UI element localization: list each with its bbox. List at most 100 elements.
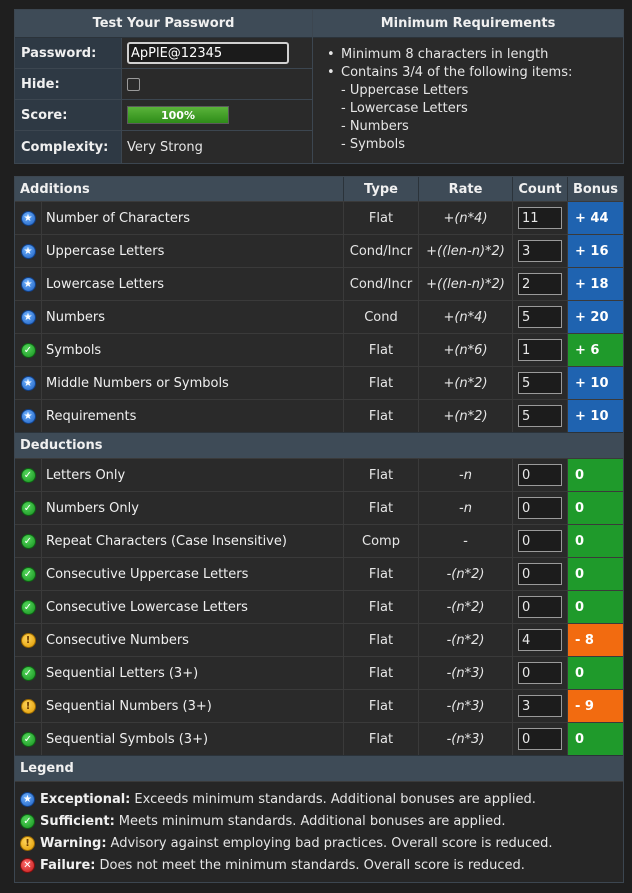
sufficient-icon: ✓ [20,467,36,483]
table-row: ★ Uppercase Letters Cond/Incr +((len-n)*2) 3… [15,234,623,267]
count-field: 1 [518,339,562,361]
row-rate: +(n*2) [419,400,513,432]
legend-term: Warning: [40,835,107,851]
table-row: ✓ Consecutive Lowercase Letters Flat -(n*2)… [15,590,623,623]
warning-icon: ! [20,632,36,648]
additions-header: Additions [15,177,344,201]
row-rate: -n [419,459,513,491]
row-type: Flat [344,400,419,432]
requirement-subitem: - Lowercase Letters [341,101,468,116]
table-row: ★ Number of Characters Flat +(n*4) 11 + 44 [15,201,623,234]
row-name: Sequential Symbols (3+) [42,723,344,755]
requirements-panel: Minimum Requirements Minimum 8 character… [313,10,623,163]
complexity-label: Complexity: [15,131,122,163]
row-rate: -(n*3) [419,657,513,689]
row-type: Cond/Incr [344,268,419,300]
row-rate: -(n*2) [419,624,513,656]
test-password-panel: Test Your Password Password: Hide: Score… [15,10,313,163]
failure-icon: ✕ [20,857,35,873]
score-text: 100% [161,108,195,122]
legend-item: ! Warning: Advisory against employing bad … [20,832,623,854]
row-type: Flat [344,690,419,722]
legend-term: Sufficient: [40,813,115,829]
score-row: Score: 100% [15,100,312,131]
row-name: Consecutive Numbers [42,624,344,656]
requirement-subitem: - Numbers [341,119,409,134]
exceptional-icon: ★ [20,276,36,292]
row-rate: -n [419,492,513,524]
bonus-value: + 44 [568,202,623,234]
rate-header: Rate [419,177,513,201]
exceptional-icon: ★ [20,243,36,259]
row-name: Consecutive Lowercase Letters [42,591,344,623]
requirement-item: Minimum 8 characters in length [327,46,623,64]
legend-item: ✓ Sufficient: Meets minimum standards. Add… [20,810,623,832]
score-table: Additions Type Rate Count Bonus ★ Number … [14,176,624,883]
bonus-value: + 18 [568,268,623,300]
bonus-value: + 16 [568,235,623,267]
bonus-value: - 8 [568,624,623,656]
row-name: Numbers [42,301,344,333]
row-rate: +((len-n)*2) [419,268,513,300]
sufficient-icon: ✓ [20,533,36,549]
count-field: 5 [518,372,562,394]
row-name: Letters Only [42,459,344,491]
count-field: 5 [518,405,562,427]
row-name: Repeat Characters (Case Insensitive) [42,525,344,557]
type-header: Type [344,177,419,201]
legend-item: ★ Exceptional: Exceeds minimum standards. … [20,788,623,810]
table-row: ✓ Numbers Only Flat -n 0 0 [15,491,623,524]
row-name: Requirements [42,400,344,432]
deductions-header: Deductions [15,432,623,458]
count-field: 0 [518,497,562,519]
password-row: Password: [15,38,312,69]
legend-text: Advisory against employing bad practices… [110,835,553,851]
exceptional-icon: ★ [20,408,36,424]
legend-text: Exceeds minimum standards. Additional bo… [134,791,536,807]
legend-item: ✕ Failure: Does not meet the minimum stand… [20,854,623,876]
row-type: Flat [344,657,419,689]
bonus-value: 0 [568,657,623,689]
table-row: ✓ Sequential Symbols (3+) Flat -(n*3) 0 0 [15,722,623,755]
count-field: 0 [518,596,562,618]
count-field: 0 [518,530,562,552]
row-name: Uppercase Letters [42,235,344,267]
sufficient-icon: ✓ [20,342,36,358]
table-row: ✓ Letters Only Flat -n 0 0 [15,458,623,491]
requirements-list: Minimum 8 characters in length Contains … [313,38,623,154]
exceptional-icon: ★ [20,309,36,325]
legend: ★ Exceptional: Exceeds minimum standards. … [15,781,623,882]
hide-checkbox[interactable] [127,77,140,91]
row-name: Sequential Letters (3+) [42,657,344,689]
legend-term: Failure: [40,857,96,873]
count-field: 11 [518,207,562,229]
count-header: Count [513,177,568,201]
table-row: ★ Lowercase Letters Cond/Incr +((len-n)*2) 2… [15,267,623,300]
row-name: Numbers Only [42,492,344,524]
sufficient-icon: ✓ [20,731,36,747]
legend-text: Meets minimum standards. Additional bonu… [118,813,506,829]
hide-row: Hide: [15,69,312,100]
requirement-item: Contains 3/4 of the following items: [327,64,623,82]
bonus-value: 0 [568,492,623,524]
row-type: Flat [344,367,419,399]
row-rate: - [419,525,513,557]
row-name: Consecutive Uppercase Letters [42,558,344,590]
row-rate: +(n*4) [419,202,513,234]
row-type: Flat [344,591,419,623]
table-row: ★ Requirements Flat +(n*2) 5 + 10 [15,399,623,432]
table-row: ✓ Consecutive Uppercase Letters Flat -(n*2)… [15,557,623,590]
row-rate: -(n*3) [419,723,513,755]
bonus-value: - 9 [568,690,623,722]
requirements-title: Minimum Requirements [313,10,623,38]
score-bar: 100% [127,106,229,124]
table-row: ! Consecutive Numbers Flat -(n*2) 4 - 8 [15,623,623,656]
sufficient-icon: ✓ [20,566,36,582]
additions-body: ★ Number of Characters Flat +(n*4) 11 + 44 ★ Up… [15,201,623,432]
table-row: ✓ Sequential Letters (3+) Flat -(n*3) 0 0 [15,656,623,689]
row-name: Lowercase Letters [42,268,344,300]
row-type: Flat [344,624,419,656]
row-type: Comp [344,525,419,557]
password-input[interactable] [127,42,289,64]
row-type: Cond [344,301,419,333]
